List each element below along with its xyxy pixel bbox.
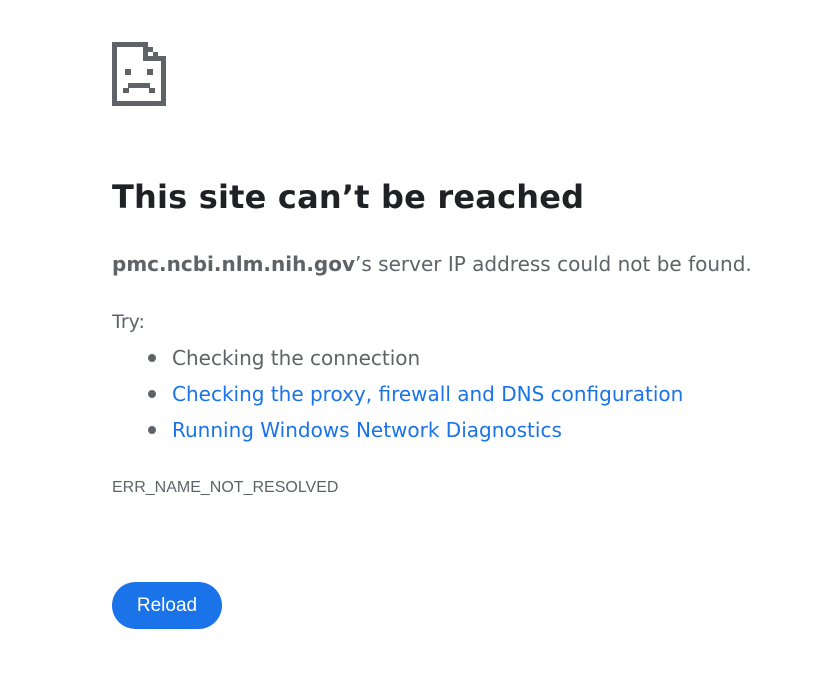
network-diagnostics-link[interactable]: Running Windows Network Diagnostics (172, 418, 562, 442)
proxy-firewall-dns-link[interactable]: Checking the proxy, firewall and DNS con… (172, 382, 683, 406)
suggestion-check-connection: Checking the connection (146, 340, 683, 376)
error-message-suffix: ’s server IP address could not be found. (355, 252, 752, 276)
error-host: pmc.ncbi.nlm.nih.gov (112, 252, 356, 276)
error-code: ERR_NAME_NOT_RESOLVED (112, 479, 339, 496)
try-label: Try: (112, 311, 145, 333)
bullet-icon (148, 390, 156, 398)
page-title: This site can’t be reached (112, 178, 585, 216)
suggestion-label: Checking the connection (172, 346, 421, 370)
error-message: pmc.ncbi.nlm.nih.gov’s server IP address… (112, 252, 752, 276)
bullet-icon (148, 354, 156, 362)
suggestion-proxy-firewall-dns[interactable]: Checking the proxy, firewall and DNS con… (146, 376, 683, 412)
reload-button[interactable]: Reload (112, 582, 222, 629)
bullet-icon (148, 426, 156, 434)
sad-page-icon (112, 42, 166, 106)
suggestion-network-diagnostics[interactable]: Running Windows Network Diagnostics (146, 412, 683, 448)
suggestions-list: Checking the connection Checking the pro… (146, 340, 683, 448)
